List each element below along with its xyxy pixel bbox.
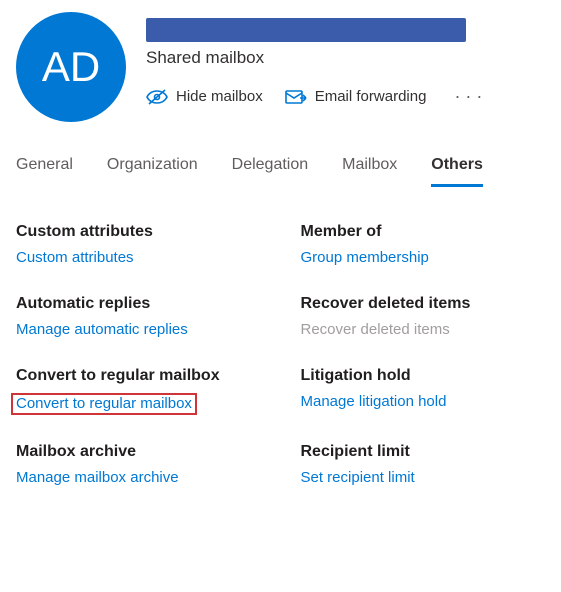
header: AD Shared mailbox Hide mailbox: [0, 0, 561, 122]
section-title: Recipient limit: [301, 443, 546, 461]
avatar: AD: [16, 12, 126, 122]
tab-bar: General Organization Delegation Mailbox …: [0, 122, 561, 187]
section-mailbox-archive: Mailbox archive Manage mailbox archive: [16, 443, 261, 487]
section-custom-attributes: Custom attributes Custom attributes: [16, 223, 261, 267]
tab-general[interactable]: General: [16, 156, 73, 187]
mailbox-subtitle: Shared mailbox: [146, 48, 545, 68]
header-info: Shared mailbox Hide mailbox: [146, 12, 545, 122]
email-forward-icon: [285, 89, 307, 105]
link-manage-litigation-hold[interactable]: Manage litigation hold: [301, 393, 447, 410]
others-panel: Custom attributes Custom attributes Memb…: [0, 187, 561, 503]
tab-mailbox[interactable]: Mailbox: [342, 156, 397, 187]
link-recover-deleted: Recover deleted items: [301, 321, 450, 338]
tab-others[interactable]: Others: [431, 156, 483, 187]
section-litigation-hold: Litigation hold Manage litigation hold: [301, 367, 546, 415]
section-title: Mailbox archive: [16, 443, 261, 461]
section-recipient-limit: Recipient limit Set recipient limit: [301, 443, 546, 487]
action-bar: Hide mailbox Email forwarding ···: [146, 86, 545, 107]
section-title: Member of: [301, 223, 546, 241]
hide-mailbox-label: Hide mailbox: [176, 88, 263, 105]
link-manage-mailbox-archive[interactable]: Manage mailbox archive: [16, 469, 179, 486]
link-group-membership[interactable]: Group membership: [301, 249, 429, 266]
more-actions-button[interactable]: ···: [454, 86, 487, 107]
section-title: Litigation hold: [301, 367, 546, 385]
tab-organization[interactable]: Organization: [107, 156, 198, 187]
tab-delegation[interactable]: Delegation: [232, 156, 309, 187]
hide-mailbox-button[interactable]: Hide mailbox: [146, 88, 263, 105]
section-title: Convert to regular mailbox: [16, 367, 261, 385]
avatar-initials: AD: [42, 43, 100, 91]
eye-hide-icon: [146, 89, 168, 105]
section-title: Recover deleted items: [301, 295, 546, 313]
mailbox-name-redacted: [146, 18, 466, 42]
link-custom-attributes[interactable]: Custom attributes: [16, 249, 134, 266]
section-automatic-replies: Automatic replies Manage automatic repli…: [16, 295, 261, 339]
link-manage-auto-replies[interactable]: Manage automatic replies: [16, 321, 188, 338]
link-convert-regular-mailbox[interactable]: Convert to regular mailbox: [11, 393, 197, 415]
link-set-recipient-limit[interactable]: Set recipient limit: [301, 469, 415, 486]
section-member-of: Member of Group membership: [301, 223, 546, 267]
section-title: Custom attributes: [16, 223, 261, 241]
section-convert-regular: Convert to regular mailbox Convert to re…: [16, 367, 261, 415]
section-recover-deleted: Recover deleted items Recover deleted it…: [301, 295, 546, 339]
email-forwarding-label: Email forwarding: [315, 88, 427, 105]
section-title: Automatic replies: [16, 295, 261, 313]
email-forwarding-button[interactable]: Email forwarding: [285, 88, 427, 105]
